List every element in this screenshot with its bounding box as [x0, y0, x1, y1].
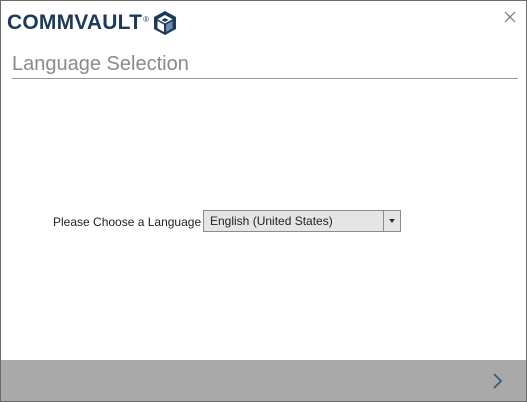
language-dropdown-value: English (United States)	[210, 214, 333, 228]
logo-trademark: ®	[143, 14, 150, 24]
commvault-logo: COMMVAULT ®	[7, 10, 177, 36]
title-divider	[12, 78, 518, 79]
language-label: Please Choose a Language	[53, 215, 202, 229]
language-dropdown[interactable]: English (United States)	[203, 210, 401, 232]
chevron-right-icon[interactable]	[490, 371, 506, 391]
dropdown-arrow-icon[interactable]	[383, 211, 400, 231]
logo-text: COMMVAULT	[7, 11, 143, 34]
installer-window: COMMVAULT ® Language Selection Please Ch…	[0, 0, 527, 402]
page-title: Language Selection	[12, 53, 189, 75]
commvault-cube-icon	[154, 11, 177, 35]
close-icon[interactable]	[502, 9, 518, 25]
footer-bar	[1, 360, 526, 401]
